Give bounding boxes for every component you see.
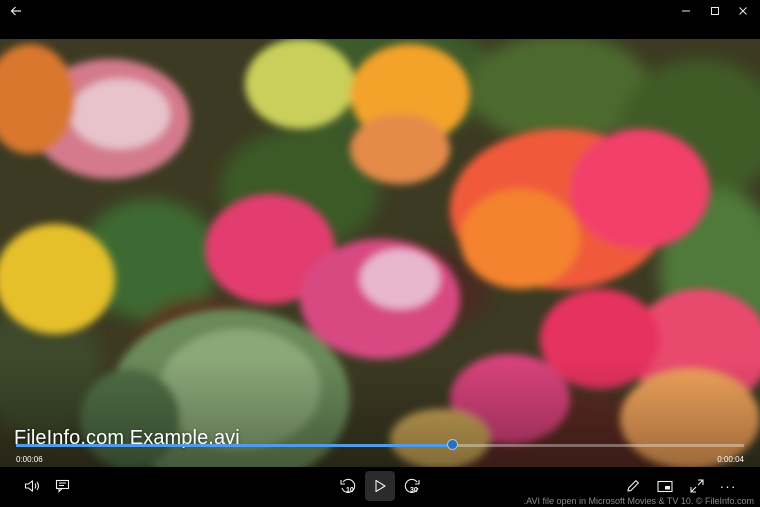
skip-forward-button[interactable]: 30 — [397, 471, 427, 501]
minimize-button[interactable] — [672, 0, 700, 22]
close-icon — [739, 7, 747, 15]
playback-controls: 10 30 ··· .AVI file open in Microsoft Mo… — [0, 467, 760, 507]
skip-back-label: 10 — [346, 487, 354, 494]
play-icon — [375, 479, 386, 493]
back-button[interactable] — [2, 0, 30, 22]
close-button[interactable] — [729, 0, 757, 22]
maximize-button[interactable] — [701, 0, 729, 22]
captions-button[interactable] — [48, 471, 78, 501]
seek-progress — [16, 444, 453, 447]
autumn-forest-aerial-frame — [0, 39, 760, 467]
movies-tv-window: FileInfo.com Example.avi 0:00:06 0:00:04 — [0, 0, 760, 507]
remaining-time: 0:00:04 — [717, 455, 744, 464]
watermark-caption: .AVI file open in Microsoft Movies & TV … — [523, 496, 754, 506]
arrow-left-icon — [10, 6, 21, 16]
fullscreen-icon — [690, 479, 704, 493]
captions-icon — [55, 479, 70, 493]
maximize-icon — [711, 7, 719, 15]
miniplayer-icon — [657, 480, 673, 492]
skip-back-button[interactable]: 10 — [333, 471, 363, 501]
volume-button[interactable] — [17, 471, 47, 501]
play-button[interactable] — [365, 471, 395, 501]
volume-icon — [24, 480, 40, 492]
title-bar — [0, 0, 760, 39]
seek-thumb[interactable] — [446, 439, 458, 450]
minimize-icon — [682, 10, 690, 12]
elapsed-time: 0:00:06 — [16, 455, 43, 464]
skip-forward-label: 30 — [410, 487, 418, 494]
pencil-icon — [627, 480, 639, 492]
seek-bar[interactable] — [16, 439, 744, 450]
video-frame[interactable]: FileInfo.com Example.avi — [0, 39, 760, 467]
